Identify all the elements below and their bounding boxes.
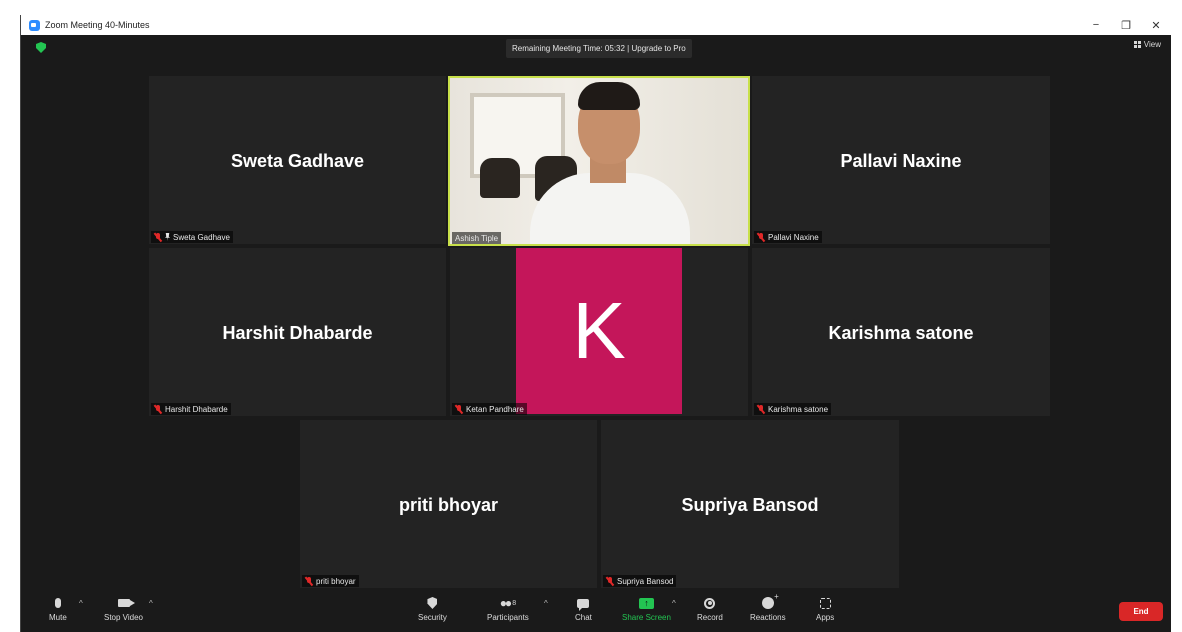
record-label: Record [697,613,723,622]
apps-button[interactable]: Apps [816,596,834,622]
participant-name: Sweta Gadhave [230,151,365,171]
chat-button[interactable]: Chat [575,596,592,622]
participant-name: Supriya Bansod [681,495,819,515]
participant-name: Harshit Dhabarde [222,323,373,343]
participant-label-text: Supriya Bansod [617,576,674,586]
participants-options-caret[interactable]: ^ [544,599,548,608]
zoom-app-icon [29,19,40,31]
pin-icon [165,233,170,241]
microphone-icon [54,598,61,608]
participant-label-text: Ashish Tiple [455,233,499,243]
participant-tile[interactable]: Sweta Gadhave Sweta Gadhave [149,76,446,244]
video-options-caret[interactable]: ^ [149,599,153,608]
video-person [578,82,640,110]
record-button[interactable]: Record [697,596,723,622]
share-screen-button[interactable]: ↑ Share Screen [622,596,671,622]
security-button[interactable]: Security [418,596,447,622]
participant-name: Pallavi Naxine [840,151,962,171]
apps-label: Apps [816,613,835,622]
participant-label-text: Ketan Pandhare [466,404,524,414]
meeting-toolbar: Mute ^ Stop Video ^ Security ●● 8 Partic… [21,592,1171,632]
reactions-button[interactable]: Reactions [750,592,786,622]
muted-mic-icon [757,232,765,242]
audio-options-caret[interactable]: ^ [79,599,83,608]
participant-avatar: K [516,248,682,414]
window-controls: − ❐ ✕ [1081,15,1171,35]
participants-icon: ●● [499,596,512,610]
muted-mic-icon [154,232,162,242]
participants-button[interactable]: ●● 8 Participants [487,596,529,622]
security-shield-icon [427,597,438,609]
participant-label: Karishma satone [754,403,832,415]
share-options-caret[interactable]: ^ [672,599,676,608]
participant-label-text: Harshit Dhabarde [165,404,228,414]
meeting-area: Remaining Meeting Time: 05:32 | Upgrade … [21,35,1171,632]
participant-label-text: Sweta Gadhave [173,232,230,242]
close-button[interactable]: ✕ [1141,15,1171,35]
muted-mic-icon [606,576,614,586]
participant-label: Supriya Bansod [603,575,677,587]
stop-video-button[interactable]: Stop Video [104,596,143,622]
participant-label: priti bhoyar [302,575,359,587]
share-screen-icon: ↑ [638,597,654,609]
window-title: Zoom Meeting 40-Minutes [45,20,150,30]
minimize-button[interactable]: − [1081,15,1111,35]
participant-label-text: priti bhoyar [316,576,356,586]
participant-tile[interactable]: K Ketan Pandhare [450,248,748,416]
security-label: Security [418,613,447,622]
participant-label-text: Karishma satone [768,404,829,414]
record-icon [704,597,716,609]
reactions-label: Reactions [750,613,786,622]
video-camera-icon [117,599,135,607]
zoom-window: Zoom Meeting 40-Minutes − ❐ ✕ Remaining … [20,15,1171,632]
reactions-icon [761,592,779,609]
muted-mic-icon [305,576,313,586]
participant-label-text: Pallavi Naxine [768,232,819,242]
muted-mic-icon [757,404,765,414]
active-speaker-video-tile[interactable]: Ashish Tiple [448,76,750,246]
title-bar: Zoom Meeting 40-Minutes − ❐ ✕ [21,15,1171,35]
chat-icon [577,598,590,611]
muted-mic-icon [455,404,463,414]
video-chair [480,158,520,198]
participant-tile[interactable]: Pallavi Naxine Pallavi Naxine [752,76,1050,244]
mute-button[interactable]: Mute [49,596,67,622]
participant-tile[interactable]: Harshit Dhabarde Harshit Dhabarde [149,248,446,416]
participant-label: Ketan Pandhare [452,403,527,415]
participant-name: Karishma satone [828,323,974,343]
participant-name: priti bhoyar [398,495,498,515]
view-label: View [1143,40,1161,49]
apps-icon [819,597,831,609]
participants-label: Participants [487,613,529,622]
participant-label: Harshit Dhabarde [151,403,231,415]
end-meeting-button[interactable]: End [1119,602,1163,621]
participant-tile[interactable]: Karishma satone Karishma satone [752,248,1050,416]
muted-mic-icon [154,404,162,414]
participant-tile[interactable]: Supriya Bansod Supriya Bansod [601,420,899,588]
share-screen-label: Share Screen [622,613,671,622]
security-shield-icon[interactable] [36,42,46,53]
participant-label: Sweta Gadhave [151,231,233,243]
view-button[interactable]: View [1133,40,1161,49]
mute-label: Mute [49,613,67,622]
participant-label: Pallavi Naxine [754,231,822,243]
participant-label: Ashish Tiple [452,232,502,244]
participant-tile[interactable]: priti bhoyar priti bhoyar [300,420,597,588]
participants-count: 8 [512,599,517,607]
meeting-timer-banner[interactable]: Remaining Meeting Time: 05:32 | Upgrade … [506,39,692,58]
stop-video-label: Stop Video [104,613,143,622]
grid-view-icon [1133,41,1141,48]
restore-button[interactable]: ❐ [1111,15,1141,35]
chat-label: Chat [575,613,592,622]
